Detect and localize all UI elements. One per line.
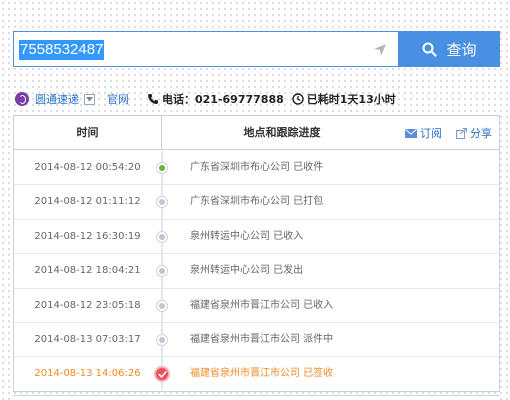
locate-arrow-icon[interactable] xyxy=(372,42,388,58)
row-time: 2014-08-12 23:05:18 xyxy=(14,288,162,323)
row-time: 2014-08-12 01:11:12 xyxy=(14,185,162,220)
row-time: 2014-08-13 07:03:17 xyxy=(14,322,162,357)
phone-number: 电话：021-69777888 xyxy=(162,93,284,106)
search-button[interactable]: 查询 xyxy=(399,31,500,67)
gray-dot-icon xyxy=(156,333,168,346)
subscribe-label: 订阅 xyxy=(420,127,442,140)
mail-icon xyxy=(405,128,417,138)
table-row: 2014-08-12 00:54:20 广东省深圳市布心公司 已收件 xyxy=(14,151,499,186)
table-row: 2014-08-12 16:30:19 泉州转运中心公司 已收入 xyxy=(14,219,499,255)
gray-dot-icon xyxy=(156,196,168,209)
row-description: 福建省泉州市晋江市公司 已签收 xyxy=(190,368,334,380)
row-time: 2014-08-12 16:30:19 xyxy=(14,219,162,254)
row-time: 2014-08-12 18:04:21 xyxy=(14,254,162,289)
green-dot-icon xyxy=(156,162,168,174)
courier-dropdown-button[interactable] xyxy=(84,93,95,105)
row-time: 2014-08-13 14:06:26 xyxy=(14,357,162,392)
search-input[interactable]: 7558532487 xyxy=(19,40,105,60)
share-icon xyxy=(456,127,467,139)
table-row: 2014-08-13 07:03:17 福建省泉州市晋江市公司 派件中 xyxy=(14,322,499,358)
search-bar: 7558532487 查询 xyxy=(13,31,500,67)
row-description: 广东省深圳市布心公司 已打包 xyxy=(190,196,324,208)
row-description: 福建省泉州市晋江市公司 已收入 xyxy=(190,299,334,311)
table-row: 2014-08-12 01:11:12 广东省深圳市布心公司 已打包 xyxy=(14,185,499,220)
official-site-link[interactable]: 官网 xyxy=(107,91,129,107)
courier-info-bar: 圆通速递 官网 电话：021-69777888 已耗时1天13小时 xyxy=(15,90,495,108)
row-time: 2014-08-12 00:54:20 xyxy=(14,151,162,185)
gray-dot-icon xyxy=(156,265,168,278)
search-button-label: 查询 xyxy=(446,40,477,59)
gray-dot-icon xyxy=(156,299,168,312)
search-icon xyxy=(422,42,438,57)
gray-dot-icon xyxy=(156,230,168,243)
row-description: 泉州转运中心公司 已收入 xyxy=(190,230,304,242)
column-header-time: 时间 xyxy=(14,116,162,150)
share-button[interactable]: 分享 xyxy=(456,126,492,140)
elapsed-time: 已耗时1天13小时 xyxy=(306,93,396,106)
table-row: 2014-08-12 18:04:21 泉州转运中心公司 已发出 xyxy=(14,254,499,289)
check-circle-icon xyxy=(154,366,170,383)
row-description: 泉州转运中心公司 已发出 xyxy=(190,265,304,277)
share-label: 分享 xyxy=(470,127,492,140)
tracking-table: 时间 地点和跟踪进度 订阅 分享 2014-08-12 00:54:20 广东省… xyxy=(13,115,500,392)
tracking-table-header: 时间 地点和跟踪进度 订阅 分享 xyxy=(14,116,499,150)
chevron-down-icon xyxy=(86,96,93,101)
row-description: 广东省深圳市布心公司 已收件 xyxy=(190,162,324,173)
next-panel-edge xyxy=(13,395,500,400)
subscribe-button[interactable]: 订阅 xyxy=(405,126,442,140)
phone-icon xyxy=(148,94,158,104)
courier-logo-icon xyxy=(15,92,29,106)
tracking-rows: 2014-08-12 00:54:20 广东省深圳市布心公司 已收件 2014-… xyxy=(14,151,499,392)
table-row: 2014-08-12 23:05:18 福建省泉州市晋江市公司 已收入 xyxy=(14,288,499,323)
row-description: 福建省泉州市晋江市公司 派件中 xyxy=(190,333,334,345)
courier-name-link[interactable]: 圆通速递 xyxy=(35,91,79,107)
search-input-box[interactable]: 7558532487 xyxy=(13,31,399,67)
column-header-location: 地点和跟踪进度 xyxy=(243,126,321,139)
table-row: 2014-08-13 14:06:26 福建省泉州市晋江市公司 已签收 xyxy=(14,357,499,392)
clock-icon xyxy=(292,93,304,105)
